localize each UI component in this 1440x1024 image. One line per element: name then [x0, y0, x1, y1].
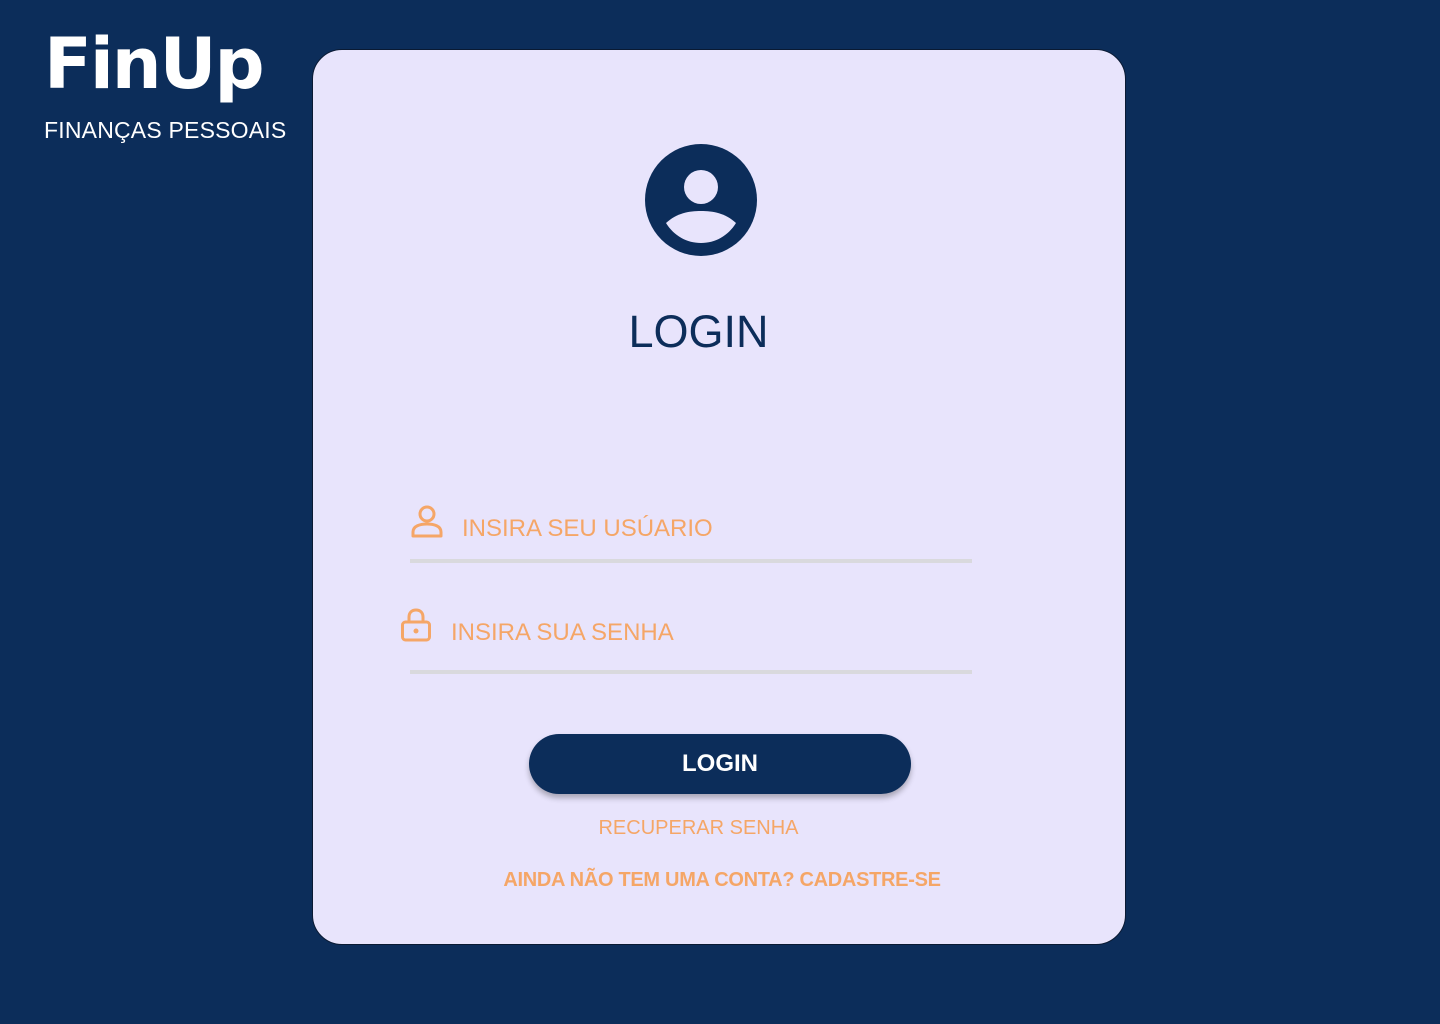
brand: FinUp FINANÇAS PESSOAIS: [44, 22, 286, 144]
user-icon: [411, 505, 443, 538]
username-field: [410, 502, 972, 563]
user-circle-icon: [645, 144, 757, 256]
login-card: LOGIN LOGIN RECUPERAR SENHA AINDA NÃO TE…: [312, 49, 1126, 945]
lock-icon: [401, 608, 431, 642]
signup-link[interactable]: AINDA NÃO TEM UMA CONTA? CADASTRE-SE: [502, 869, 942, 892]
recover-password-link[interactable]: RECUPERAR SENHA: [313, 817, 1084, 840]
login-title: LOGIN: [628, 306, 769, 357]
username-underline: [410, 559, 972, 563]
password-underline: [410, 670, 972, 674]
brand-title: FinUp: [44, 23, 265, 105]
brand-subtitle: FINANÇAS PESSOAIS: [44, 117, 287, 143]
login-button[interactable]: LOGIN: [529, 734, 911, 794]
username-input[interactable]: [462, 512, 962, 546]
password-field: [401, 606, 972, 674]
password-input[interactable]: [451, 616, 951, 650]
